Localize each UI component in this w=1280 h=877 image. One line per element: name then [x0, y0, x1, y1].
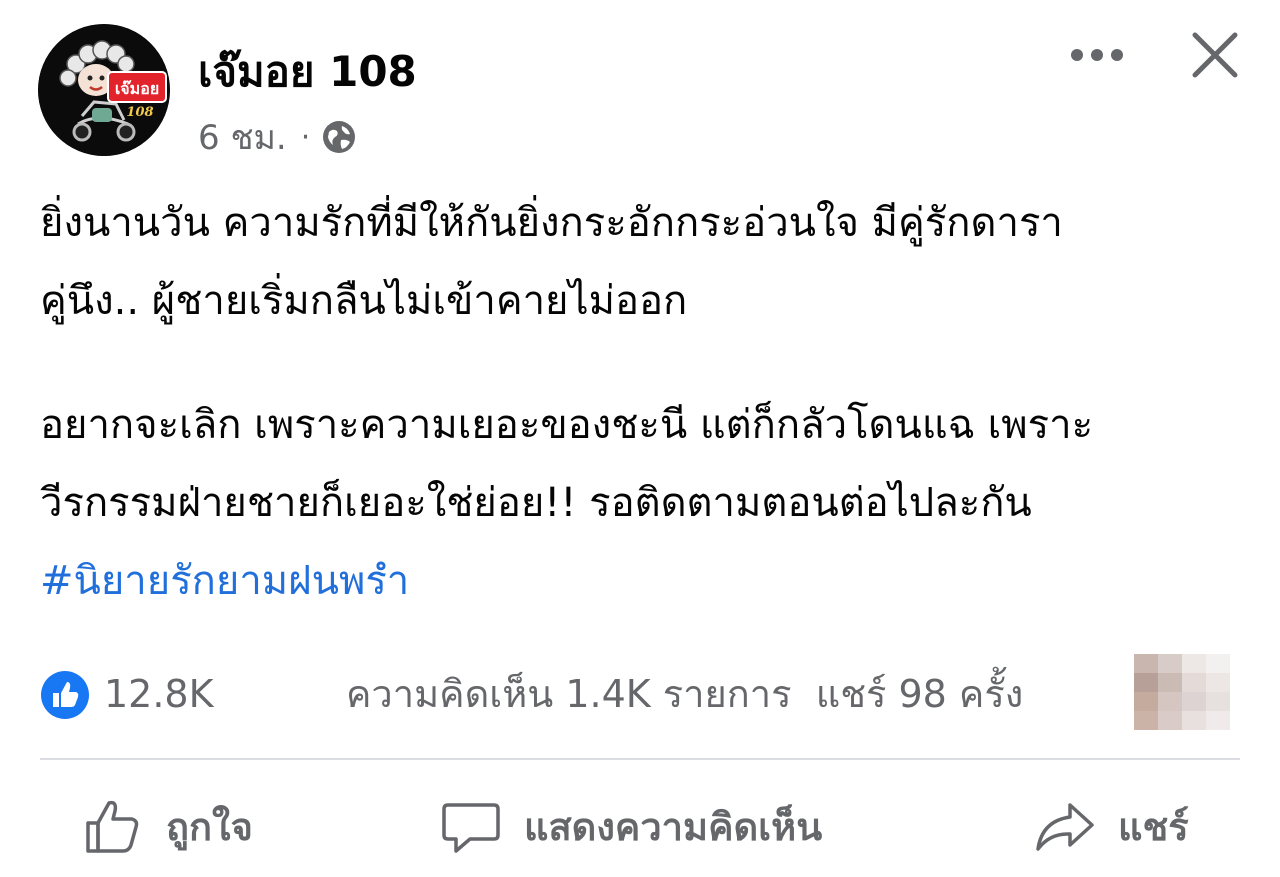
- reaction-count[interactable]: 12.8K: [104, 668, 214, 720]
- thumbs-up-icon: [86, 800, 139, 853]
- comment-label: แสดงความคิดเห็น: [524, 804, 823, 849]
- action-bar: ถูกใจ แสดงความคิดเห็น แชร์: [0, 780, 1280, 872]
- like-button[interactable]: ถูกใจ: [82, 788, 253, 864]
- like-label: ถูกใจ: [166, 804, 253, 849]
- facebook-post: เจ๊มอย 108 เจ๊มอย 108 6 ชม. · ยิ่งนานวัน…: [0, 0, 1280, 877]
- share-arrow-icon: [1036, 803, 1094, 851]
- comment-share-counts: ความคิดเห็น 1.4K รายการ แชร์ 98 ครั้ง: [346, 668, 1023, 720]
- like-reaction-icon[interactable]: [40, 670, 90, 720]
- divider: [40, 758, 1240, 760]
- avatar-brand-text: เจ๊มอย: [115, 79, 159, 98]
- post-stats: 12.8K ความคิดเห็น 1.4K รายการ แชร์ 98 คร…: [40, 654, 1240, 730]
- comment-icon: [442, 803, 500, 853]
- share-button[interactable]: แชร์: [1034, 788, 1189, 864]
- body-line: อยากจะเลิก เพราะความเยอะของชะนี แต่ก็กลั…: [40, 402, 1094, 448]
- reactor-avatar-blurred[interactable]: [1134, 654, 1230, 730]
- more-options-button[interactable]: [1062, 30, 1132, 80]
- comment-button[interactable]: แสดงความคิดเห็น: [440, 788, 822, 864]
- avatar-logo-image: เจ๊มอย 108: [38, 24, 170, 156]
- share-count[interactable]: แชร์ 98 ครั้ง: [816, 672, 1024, 716]
- globe-icon[interactable]: [320, 118, 358, 156]
- author-avatar[interactable]: เจ๊มอย 108: [38, 24, 170, 156]
- share-label: แชร์: [1118, 804, 1189, 849]
- close-button[interactable]: [1180, 20, 1250, 90]
- hashtag-link[interactable]: #นิยายรักยามฝนพรำ: [40, 542, 1250, 620]
- post-timestamp[interactable]: 6 ชม.: [198, 110, 287, 164]
- body-line: วีรกรรมฝ่ายชายก็เยอะใช่ย่อย!! รอติดตามตอ…: [40, 480, 1032, 526]
- author-name[interactable]: เจ๊มอย 108: [198, 46, 417, 98]
- post-body: ยิ่งนานวัน ความรักที่มีให้กันยิ่งกระอักก…: [40, 184, 1250, 620]
- meta-separator: ·: [300, 119, 311, 155]
- close-icon: [1192, 32, 1238, 78]
- body-line: คู่นึง.. ผู้ชายเริ่มกลืนไม่เข้าคายไม่ออก: [40, 278, 688, 324]
- post-meta: 6 ชม. ·: [198, 114, 358, 160]
- more-horizontal-icon: [1071, 49, 1123, 61]
- body-line: ยิ่งนานวัน ความรักที่มีให้กันยิ่งกระอักก…: [40, 200, 1063, 246]
- comment-count[interactable]: ความคิดเห็น 1.4K รายการ: [346, 672, 792, 716]
- avatar-brand-number: 108: [126, 105, 153, 120]
